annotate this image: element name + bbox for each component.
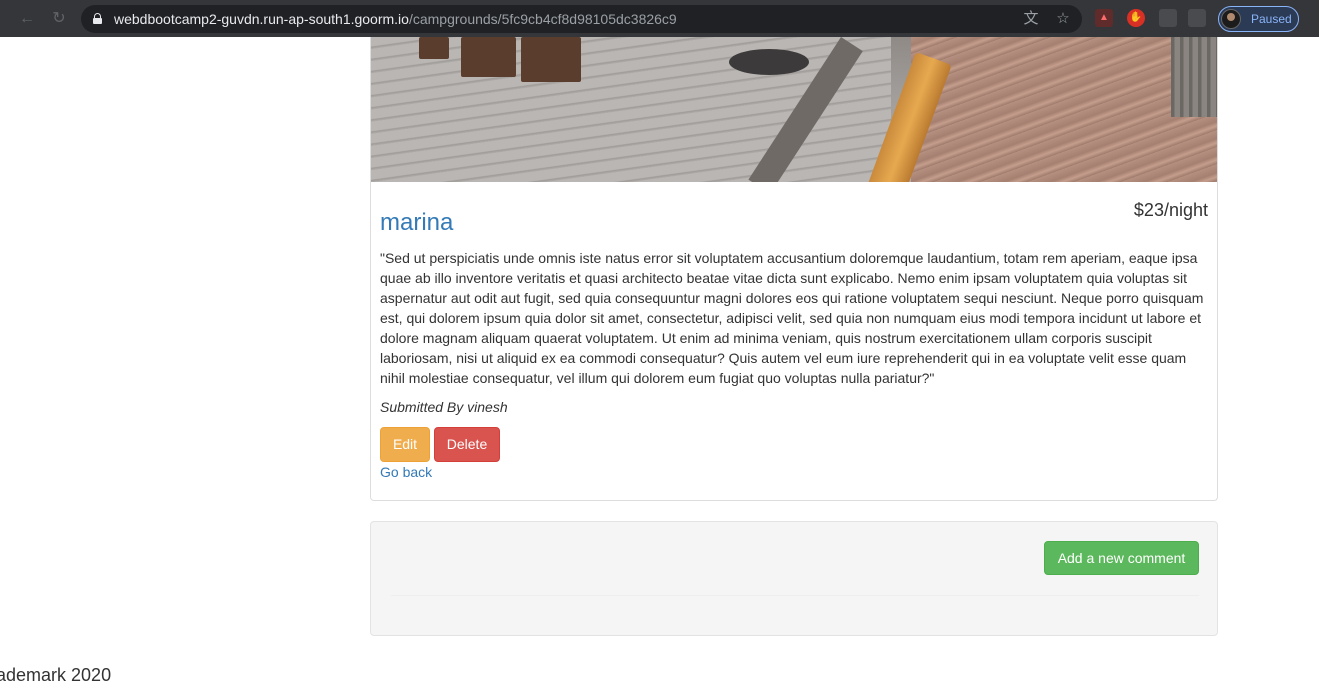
delete-button[interactable]: Delete [434, 427, 500, 462]
address-bar[interactable]: webdbootcamp2-guvdn.run-ap-south1.goorm.… [81, 5, 1082, 33]
edit-button[interactable]: Edit [380, 427, 430, 462]
url-host: webdbootcamp2-guvdn.run-ap-south1.goorm.… [114, 11, 409, 27]
campground-title-link[interactable]: marina [380, 208, 453, 238]
add-comment-button[interactable]: Add a new comment [1044, 541, 1199, 575]
extension-icon[interactable] [1159, 9, 1177, 27]
url-path: /campgrounds/5fc9cb4cf8d98105dc3826c9 [408, 11, 677, 27]
profile-button[interactable]: Paused [1218, 6, 1299, 32]
pdf-extension-icon[interactable]: ▲ [1095, 9, 1113, 27]
reload-icon[interactable]: ↻ [48, 8, 70, 30]
browser-toolbar: ← ↻ webdbootcamp2-guvdn.run-ap-south1.go… [0, 0, 1319, 37]
bookmark-star-icon[interactable]: ☆ [1054, 10, 1072, 28]
comments-divider [391, 595, 1199, 596]
profile-status: Paused [1251, 12, 1292, 26]
campground-price: $23/night [1133, 200, 1208, 220]
back-icon[interactable]: ← [16, 8, 38, 30]
extensions-menu-icon[interactable] [1188, 9, 1206, 27]
campground-image [371, 37, 1217, 182]
footer-trademark: ademark 2020 [0, 665, 112, 685]
submitted-by: Submitted By vinesh [380, 399, 508, 415]
comments-section: Add a new comment [370, 521, 1218, 636]
url-text[interactable]: webdbootcamp2-guvdn.run-ap-south1.goorm.… [114, 11, 677, 27]
campground-description: "Sed ut perspiciatis unde omnis iste nat… [380, 250, 1204, 386]
translate-icon[interactable]: 文 [1022, 10, 1040, 28]
campground-card: $23/night marina "Sed ut perspiciatis un… [370, 37, 1218, 501]
lock-icon[interactable] [93, 13, 102, 24]
profile-avatar [1221, 9, 1241, 29]
go-back-link[interactable]: Go back [380, 462, 432, 482]
adblock-extension-icon[interactable]: ✋ [1127, 9, 1145, 27]
